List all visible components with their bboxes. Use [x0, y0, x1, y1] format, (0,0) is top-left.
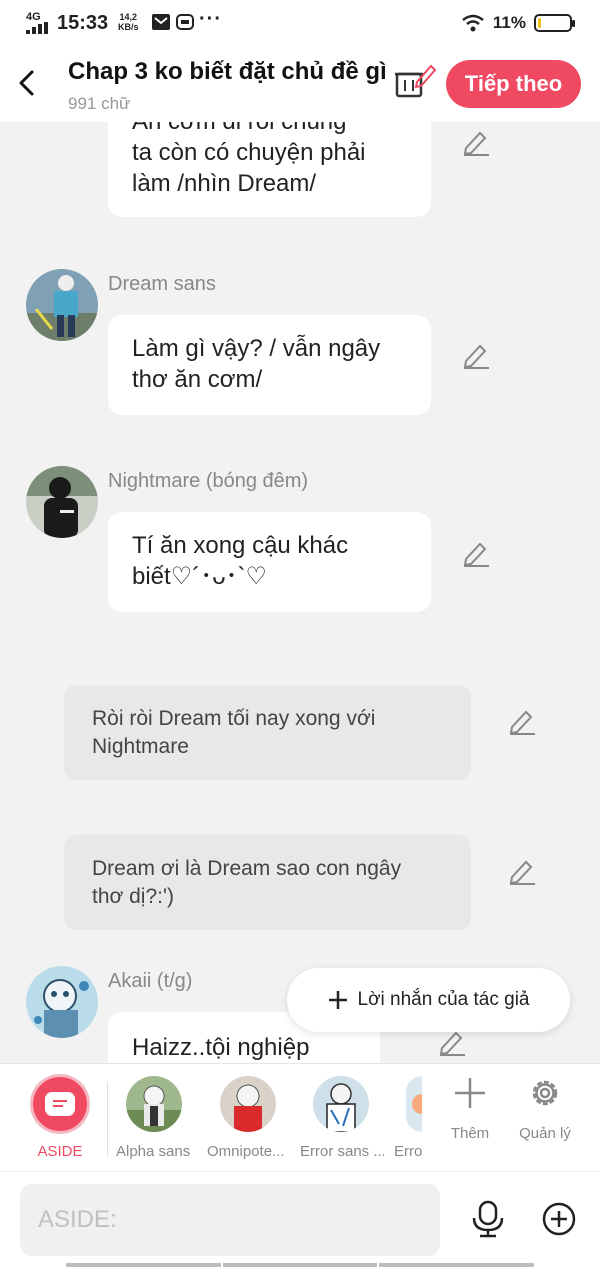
message-bubble[interactable]: Tí ăn xong cậu khác biết♡´･ᴗ･`♡ [108, 512, 431, 612]
app-header: Chap 3 ko biết đặt chủ đề gì 991 chữ Tiế… [0, 48, 600, 122]
message-text: Ăn cơm đi rồi chúng ta còn có chuyện phả… [132, 122, 366, 197]
character-avatar-error-partial[interactable] [406, 1076, 422, 1132]
add-label: Thêm [450, 1125, 490, 1142]
edit-pencil-icon[interactable] [508, 709, 536, 735]
battery-percent: 11% [492, 13, 526, 32]
speaker-name: Nightmare (bóng đêm) [108, 470, 309, 492]
speed-unit: KB/s [118, 22, 139, 32]
character-avatar-alpha-sans[interactable] [126, 1076, 182, 1132]
more-notifications: ··· [199, 8, 222, 30]
chat-area[interactable]: Ăn cơm đi rồi chúng ta còn có chuyện phả… [0, 122, 600, 1063]
next-button[interactable]: Tiếp theo [446, 60, 581, 108]
zalo-icon [176, 14, 194, 30]
manage-label: Quản lý [519, 1125, 571, 1142]
speaker-name: Dream sans [108, 273, 216, 295]
character-avatar-omnipotent[interactable] [220, 1076, 276, 1132]
avatar-dream-sans[interactable] [26, 269, 98, 341]
character-label: Erro [394, 1143, 422, 1160]
message-text: Haizz..tội nghiệp nhỏ [132, 1034, 310, 1061]
message-bubble[interactable]: Ăn cơm đi rồi chúng ta còn có chuyện phả… [108, 122, 431, 217]
divider [107, 1082, 108, 1156]
chapter-title: Chap 3 ko biết đặt chủ đề gì [68, 58, 387, 85]
edit-pencil-icon[interactable] [438, 1030, 466, 1056]
message-text: Làm gì vậy? / vẫn ngây thơ ăn cơm/ [132, 335, 381, 393]
add-media-icon[interactable] [541, 1201, 577, 1237]
plus-icon [455, 1078, 485, 1108]
status-bar: 4G 15:33 14,2 KB/s ··· 11% [0, 0, 600, 48]
edit-pencil-icon[interactable] [462, 343, 490, 369]
speed-value: 14,2 [119, 12, 138, 22]
back-arrow-icon[interactable] [16, 68, 38, 98]
narration-bubble[interactable]: Ròi ròi Dream tối nay xong với Nightmare [64, 685, 471, 780]
mail-icon [152, 14, 170, 30]
battery-icon [534, 14, 575, 32]
plus-icon [328, 991, 347, 1009]
character-label: Error sans ... [300, 1143, 384, 1160]
message-bubble[interactable]: Làm gì vậy? / vẫn ngây thơ ăn cơm/ [108, 315, 431, 415]
author-note-label: Lời nhắn của tác giả [357, 989, 530, 1010]
network-speed: 14,2 KB/s [118, 12, 139, 32]
clock: 15:33 [57, 12, 109, 34]
author-note-button[interactable]: Lời nhắn của tác giả [287, 968, 570, 1032]
word-count: 991 chữ [68, 94, 131, 113]
aside-bubble-icon [45, 1092, 75, 1116]
avatar-nightmare[interactable] [26, 466, 98, 538]
narration-bubble[interactable]: Dream ơi là Dream sao con ngây thơ dị?:'… [64, 835, 471, 930]
character-label: Alpha sans [116, 1143, 191, 1160]
edit-pencil-icon[interactable] [462, 130, 490, 156]
microphone-icon[interactable] [470, 1200, 506, 1238]
manage-characters-button[interactable]: Quản lý [515, 1076, 575, 1142]
character-bar: ASIDE Alpha sans Omnipote... Error sans … [0, 1063, 600, 1171]
add-character-button[interactable]: Thêm [440, 1076, 500, 1142]
wifi-icon [462, 14, 484, 32]
character-label: Omnipote... [207, 1143, 285, 1160]
delete-edit-icon[interactable] [395, 60, 437, 100]
message-input[interactable] [20, 1184, 440, 1256]
aside-label: ASIDE [37, 1143, 83, 1160]
aside-character-button[interactable] [30, 1074, 90, 1134]
status-right: 11% [461, 13, 575, 33]
input-bar [0, 1171, 600, 1267]
character-avatar-error-sans[interactable] [313, 1076, 369, 1132]
gear-icon [532, 1080, 558, 1106]
edit-pencil-icon[interactable] [508, 859, 536, 885]
avatar-akaii[interactable] [26, 966, 98, 1038]
speaker-name: Akaii (t/g) [108, 970, 193, 992]
battery-level [538, 18, 541, 28]
navigation-indicator [66, 1263, 535, 1267]
signal-icon [26, 22, 48, 34]
edit-pencil-icon[interactable] [462, 541, 490, 567]
message-text: Tí ăn xong cậu khác biết♡´･ᴗ･`♡ [132, 532, 349, 590]
